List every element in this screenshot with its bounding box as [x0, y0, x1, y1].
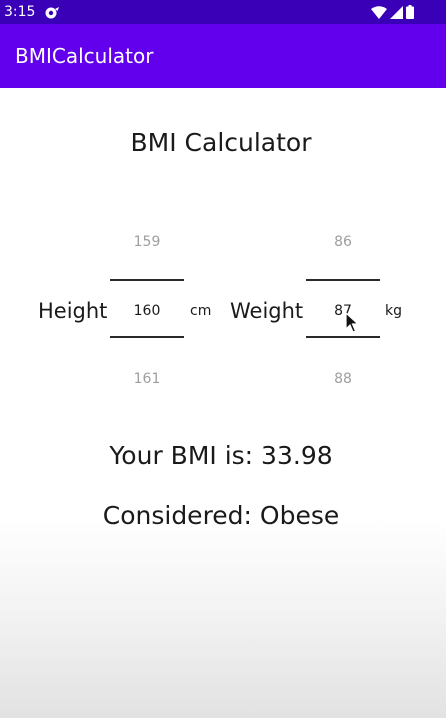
weight-picker-bottom-divider: [306, 336, 380, 338]
weight-picker-top-divider: [306, 279, 380, 281]
screen: 3:15 BMICalculator BMI Calculator Height…: [0, 0, 446, 718]
height-prev-value[interactable]: 159: [110, 233, 184, 251]
wifi-icon: [371, 5, 387, 19]
height-selected-value[interactable]: 160: [110, 302, 184, 320]
bmi-category: Considered: Obese: [102, 501, 340, 530]
height-picker-bottom-divider: [110, 336, 184, 338]
status-icons: [371, 4, 414, 20]
mouse-pointer-icon: [345, 311, 360, 334]
weight-label: Weight: [230, 299, 304, 323]
weight-prev-value[interactable]: 86: [306, 233, 380, 251]
app-notification-icon: [44, 5, 60, 19]
height-label: Height: [38, 299, 108, 323]
app-bar: BMICalculator: [0, 24, 446, 88]
app-title: BMICalculator: [15, 44, 154, 68]
status-bar: 3:15: [0, 0, 446, 24]
height-picker-top-divider: [110, 279, 184, 281]
height-unit: cm: [190, 303, 212, 319]
bmi-result: Your BMI is: 33.98: [109, 441, 333, 470]
weight-selected-value[interactable]: 87: [306, 302, 380, 320]
signal-icon: [390, 5, 403, 19]
weight-next-value[interactable]: 88: [306, 370, 380, 388]
status-time: 3:15: [4, 4, 36, 20]
battery-icon: [406, 5, 414, 19]
weight-unit: kg: [385, 303, 402, 319]
page-title: BMI Calculator: [130, 128, 312, 157]
height-next-value[interactable]: 161: [110, 370, 184, 388]
